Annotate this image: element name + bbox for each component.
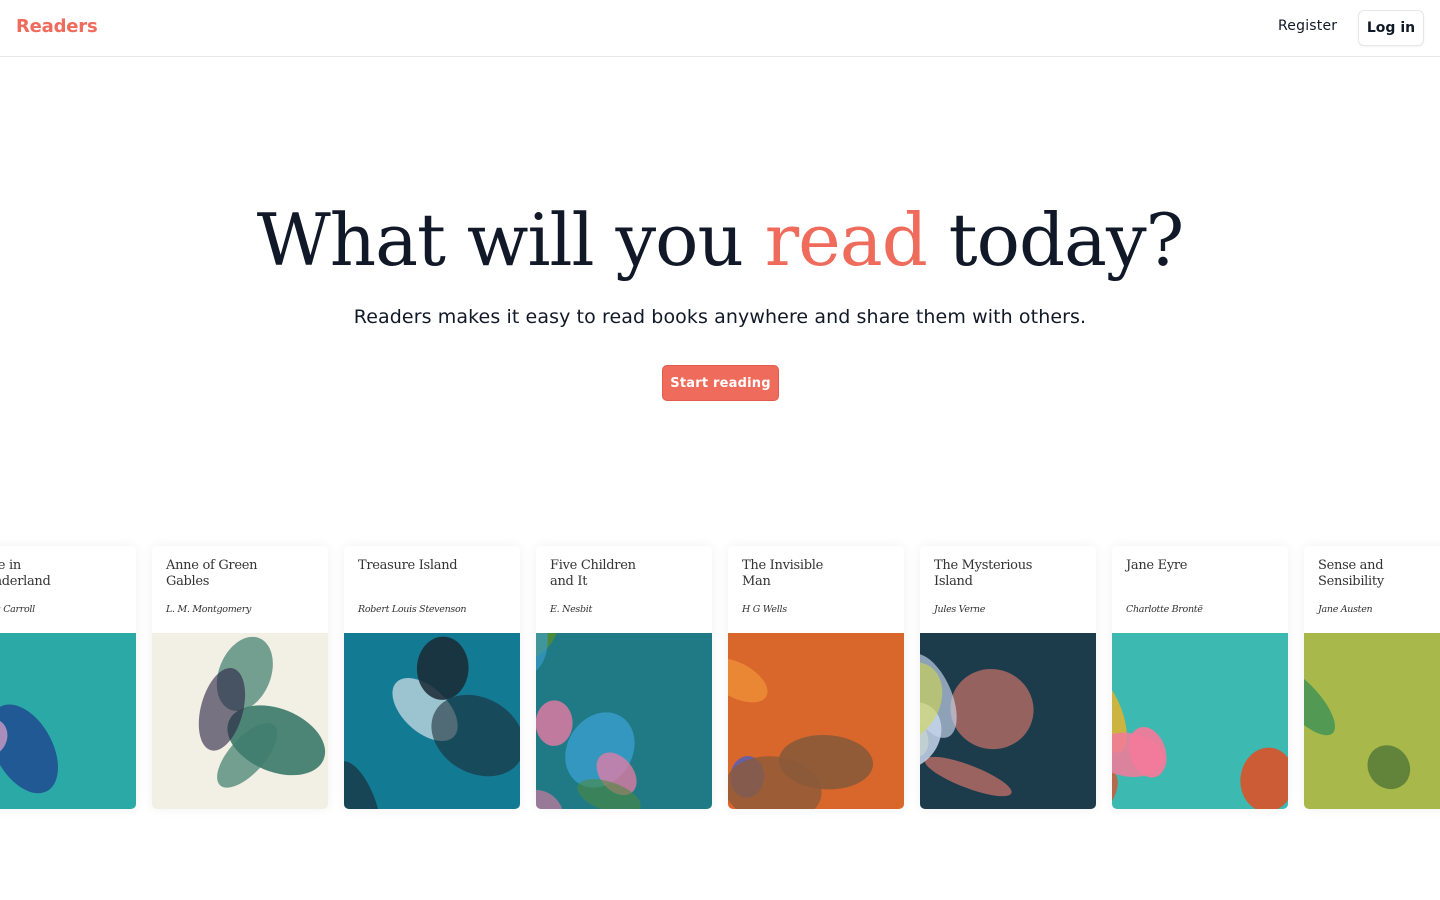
book-title: The Mysterious Island — [934, 558, 1033, 589]
book-author: Robert Louis Stevenson — [358, 604, 467, 615]
book-title: Five Children and It — [550, 558, 636, 589]
book-cover-header: The Invisible Man H G Wells — [728, 546, 904, 633]
book-cover-header: Five Children and It E. Nesbit — [536, 546, 712, 633]
book-title: Sense and Sensibility — [1318, 558, 1384, 589]
book-cover-artwork — [152, 633, 328, 809]
book-author: Charlotte Brontë — [1126, 604, 1203, 615]
hero-title-after: today? — [926, 198, 1185, 282]
book-author: L. M. Montgomery — [166, 604, 252, 615]
book-cover-artwork — [920, 633, 1096, 809]
book-cover-header: Anne of Green Gables L. M. Montgomery — [152, 546, 328, 633]
start-reading-button[interactable]: Start reading — [662, 365, 779, 401]
book-title: Jane Eyre — [1126, 558, 1188, 573]
brand-logo[interactable]: Readers — [16, 16, 98, 37]
top-navbar: Readers Register Log in — [0, 0, 1440, 57]
hero-title-before: What will you — [256, 198, 765, 282]
book-cover-header: Alice in Wonderland Lewis Carroll — [0, 546, 136, 633]
book-cover-header: Sense and Sensibility Jane Austen — [1304, 546, 1440, 633]
book-cover-header: Treasure Island Robert Louis Stevenson — [344, 546, 520, 633]
book-cover-artwork — [1112, 633, 1288, 809]
book-author: Lewis Carroll — [0, 604, 35, 615]
hero-title: What will you read today? — [0, 196, 1440, 284]
book-title: Alice in Wonderland — [0, 558, 51, 589]
book-card[interactable]: Sense and Sensibility Jane Austen — [1304, 546, 1440, 809]
book-cover-header: Jane Eyre Charlotte Brontë — [1112, 546, 1288, 633]
book-card[interactable]: The Invisible Man H G Wells — [728, 546, 904, 809]
book-author: H G Wells — [742, 604, 787, 615]
book-cover-artwork — [1304, 633, 1440, 809]
book-card[interactable]: Alice in Wonderland Lewis Carroll — [0, 546, 136, 809]
book-cover-artwork — [0, 633, 136, 809]
book-author: Jane Austen — [1318, 604, 1373, 615]
book-cover-artwork — [728, 633, 904, 809]
book-card[interactable]: Anne of Green Gables L. M. Montgomery — [152, 546, 328, 809]
book-author: E. Nesbit — [550, 604, 593, 615]
login-button[interactable]: Log in — [1358, 10, 1424, 46]
book-card[interactable]: Treasure Island Robert Louis Stevenson — [344, 546, 520, 809]
book-cover-header: The Mysterious Island Jules Verne — [920, 546, 1096, 633]
book-card[interactable]: Five Children and It E. Nesbit — [536, 546, 712, 809]
hero-title-accent: read — [764, 198, 928, 282]
register-link[interactable]: Register — [1278, 18, 1337, 34]
hero-subtitle: Readers makes it easy to read books anyw… — [353, 306, 1087, 328]
book-card[interactable]: Jane Eyre Charlotte Brontë — [1112, 546, 1288, 809]
book-carousel: Alice in Wonderland Lewis Carroll Anne of … — [0, 546, 1440, 816]
book-title: Anne of Green Gables — [166, 558, 258, 589]
book-cover-artwork — [536, 633, 712, 809]
book-author: Jules Verne — [934, 604, 986, 615]
book-card[interactable]: The Mysterious Island Jules Verne — [920, 546, 1096, 809]
book-title: The Invisible Man — [742, 558, 823, 589]
book-title: Treasure Island — [358, 558, 458, 573]
book-cover-artwork — [344, 633, 520, 809]
